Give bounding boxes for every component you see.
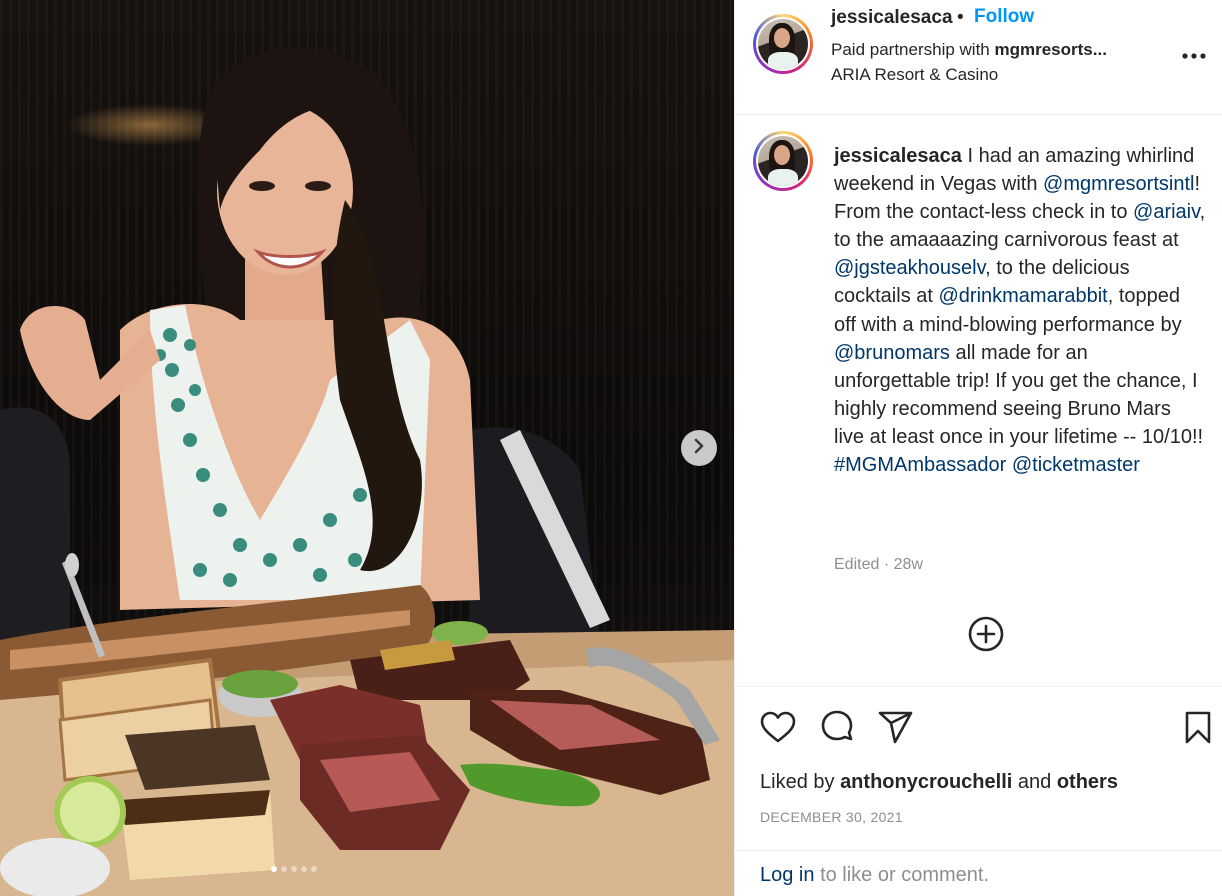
more-horizontal-icon [1181, 53, 1207, 70]
header-separator: • [957, 7, 964, 28]
liked-others-link[interactable]: others [1057, 771, 1118, 793]
author-avatar[interactable] [753, 14, 813, 74]
bookmark-icon [1179, 711, 1217, 751]
carousel-next-button[interactable] [681, 430, 717, 466]
author-username[interactable]: jessicalesaca [831, 7, 953, 29]
post-side-panel: jessicalesaca • Follow Paid partnership … [734, 0, 1222, 896]
post-caption: jessicalesaca I had an amazing whirlind … [834, 142, 1206, 479]
chevron-right-icon [692, 438, 706, 459]
carousel-dot [271, 866, 277, 872]
mention-link[interactable]: @mgmresortsintl [1043, 173, 1194, 195]
action-bar [735, 686, 1222, 746]
carousel-dot [291, 866, 297, 872]
like-button[interactable] [759, 709, 797, 747]
mention-link[interactable]: @ariaiv [1133, 201, 1200, 223]
login-suffix: to like or comment. [820, 864, 990, 886]
post-date: DECEMBER 30, 2021 [760, 809, 903, 825]
save-button[interactable] [1179, 709, 1217, 747]
hashtag-link[interactable]: #MGMAmbassador [834, 454, 1006, 476]
paid-partnership-label: Paid partnership with mgmresorts... [831, 40, 1107, 60]
comment-icon [818, 710, 856, 751]
login-prompt-text: Log in to like or comment. [760, 864, 989, 887]
login-prompt: Log in to like or comment. [735, 850, 1222, 896]
mention-link[interactable]: @brunomars [834, 342, 950, 364]
heart-icon [759, 711, 797, 751]
send-icon [877, 711, 915, 751]
carousel-dot [281, 866, 287, 872]
post-media[interactable] [0, 0, 734, 896]
caption-meta: Edited · 28w [834, 556, 923, 573]
partnership-prefix: Paid partnership with [831, 40, 990, 59]
caption-author-avatar[interactable] [753, 131, 813, 191]
comment-button[interactable] [818, 709, 856, 747]
plus-circle-icon [967, 616, 1005, 657]
liked-and: and [1017, 771, 1052, 793]
liked-user-link[interactable]: anthonycrouchelli [840, 771, 1012, 793]
mention-link[interactable]: @ticketmaster [1012, 454, 1140, 476]
partner-link[interactable]: mgmresorts... [995, 40, 1107, 59]
mention-link[interactable]: @jgsteakhouselv [834, 257, 985, 279]
carousel-indicator [271, 866, 317, 872]
more-options-button[interactable] [1181, 46, 1207, 66]
likes-summary: Liked by anthonycrouchelli and others [760, 771, 1118, 794]
login-link[interactable]: Log in [760, 864, 815, 886]
share-button[interactable] [877, 709, 915, 747]
post-photo [0, 48, 734, 896]
carousel-dot [311, 866, 317, 872]
post-header: jessicalesaca • Follow Paid partnership … [735, 0, 1222, 115]
liked-prefix: Liked by [760, 771, 835, 793]
mention-link[interactable]: @drinkmamarabbit [938, 285, 1107, 307]
caption-username[interactable]: jessicalesaca [834, 145, 962, 167]
location-link[interactable]: ARIA Resort & Casino [831, 65, 998, 85]
carousel-dot [301, 866, 307, 872]
follow-button[interactable]: Follow [974, 6, 1034, 28]
add-comment-button[interactable] [967, 615, 1005, 653]
